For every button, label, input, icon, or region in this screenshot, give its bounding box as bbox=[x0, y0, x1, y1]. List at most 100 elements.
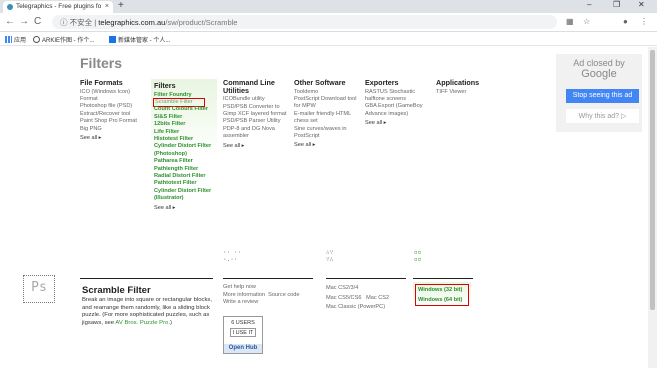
category-filters: Filters Filter Foundry Scramble Filter C… bbox=[151, 79, 217, 213]
list-item[interactable]: PSD/PSB Parser Utility bbox=[223, 118, 289, 125]
list-item[interactable]: S/&S Filter bbox=[154, 114, 214, 121]
open-hub-label[interactable]: Open Hub bbox=[224, 344, 262, 353]
list-item[interactable]: Histotest Filter bbox=[154, 136, 214, 143]
i-use-it-button[interactable]: I USE IT bbox=[230, 328, 256, 337]
list-item[interactable]: E-mailer friendly HTML chess set bbox=[294, 111, 360, 126]
list-item[interactable]: Cylinder Distort Filter (Photoshop) bbox=[154, 143, 214, 158]
page-scrollbar[interactable] bbox=[648, 47, 657, 368]
mac-cs5cs6-link[interactable]: Mac CS5/CS6 bbox=[326, 295, 361, 301]
minimize-icon[interactable]: – bbox=[587, 0, 591, 9]
windows-pixel-icon: ▫▫ ▫▫ bbox=[414, 249, 422, 263]
users-count: 6 USERS bbox=[231, 320, 255, 326]
more-info-link[interactable]: More information bbox=[223, 292, 265, 298]
list-item[interactable]: Pathtotext Filter bbox=[154, 180, 214, 187]
bookmark-arkie[interactable]: ARKIE作图 - 作个... bbox=[33, 35, 94, 44]
list-item[interactable]: ICO (Windows Icon) Format bbox=[80, 89, 148, 104]
list-item[interactable]: Life Filter bbox=[154, 129, 214, 136]
category-command-line: Command Line Utilities ICOBundle utility… bbox=[223, 79, 289, 150]
see-all-link[interactable]: See all ▸ bbox=[365, 120, 431, 127]
ad-closed-panel: Ad closed by Google Stop seeing this ad … bbox=[556, 54, 642, 132]
why-this-ad-button[interactable]: Why this ad? ▷ bbox=[566, 109, 639, 123]
url-path: /sw/product/Scramble bbox=[165, 18, 238, 27]
profile-icon[interactable]: ● bbox=[623, 17, 628, 26]
help-link[interactable]: Get help now bbox=[223, 284, 300, 292]
new-tab-button[interactable]: + bbox=[118, 0, 124, 11]
list-item[interactable]: Patharea Filter bbox=[154, 158, 214, 165]
mac-cs2-link[interactable]: Mac CS2 bbox=[366, 295, 389, 301]
write-review-link[interactable]: Write a review bbox=[223, 299, 300, 307]
list-item[interactable]: PDP-8 and DG Nova assembler bbox=[223, 126, 289, 141]
list-item[interactable]: Filter Foundry bbox=[154, 92, 214, 99]
maximize-icon[interactable]: ❐ bbox=[613, 0, 620, 9]
ad-google-label: Google bbox=[581, 68, 617, 80]
list-item[interactable]: ICOBundle utility bbox=[223, 96, 289, 103]
list-item[interactable]: Big PNG bbox=[80, 126, 148, 133]
list-item[interactable]: Cylinder Distort Filter (Illustrator) bbox=[154, 188, 214, 203]
category-title: Applications bbox=[436, 78, 480, 87]
category-file-formats: File Formats ICO (Windows Icon) Format P… bbox=[80, 79, 148, 142]
translate-icon[interactable]: ▦ bbox=[566, 17, 574, 26]
source-code-link[interactable]: Source code bbox=[268, 292, 299, 298]
category-exporters: Exporters RASTUS Stochastic halftone scr… bbox=[365, 79, 431, 128]
see-all-link[interactable]: See all ▸ bbox=[80, 135, 148, 142]
list-item[interactable]: 12bits Filter bbox=[154, 121, 214, 128]
stop-seeing-ad-button[interactable]: Stop seeing this ad bbox=[566, 89, 639, 103]
browser-toolbar: ← → C ⓘ 不安全 | telegraphics.com.au/sw/pro… bbox=[0, 13, 657, 32]
menu-icon[interactable]: ⋮ bbox=[640, 17, 648, 26]
divider bbox=[80, 278, 213, 279]
category-title: Command Line Utilities bbox=[223, 78, 275, 95]
divider bbox=[223, 278, 313, 279]
list-item[interactable]: Tooldemo bbox=[294, 89, 360, 96]
security-indicator[interactable]: ⓘ 不安全 bbox=[60, 18, 92, 27]
pixel-glyph-icon: ·· ·· ·.·· bbox=[223, 249, 242, 263]
list-item[interactable]: Paint Shop Pro Format bbox=[80, 118, 148, 125]
tab-strip: Telegraphics - Free plugins fo × + – ❐ ✕ bbox=[0, 0, 657, 13]
list-item[interactable]: GBA Export (GameBoy Advance images) bbox=[365, 103, 431, 118]
category-title: Filters bbox=[154, 81, 176, 90]
apps-grid-icon bbox=[5, 36, 12, 43]
openhub-widget[interactable]: 6 USERS I USE IT Open Hub bbox=[223, 316, 263, 354]
windows-64bit-link[interactable]: Windows (64 bit) bbox=[418, 295, 466, 305]
mac-cs234-link[interactable]: Mac CS2/3/4 bbox=[326, 284, 389, 294]
arkie-icon bbox=[33, 36, 40, 43]
list-item[interactable]: Sine curves/waves in PostScript bbox=[294, 126, 360, 141]
see-all-link[interactable]: See all ▸ bbox=[154, 205, 214, 212]
puzzle-pro-link[interactable]: AV Bros. Puzzle Pro bbox=[115, 320, 168, 326]
close-window-icon[interactable]: ✕ bbox=[638, 0, 645, 9]
category-title: Other Software bbox=[294, 78, 346, 87]
mac-classic-link[interactable]: Mac Classic (PowerPC) bbox=[326, 303, 389, 313]
list-item[interactable]: Photoshop file (PSD) Extract/Recover too… bbox=[80, 103, 148, 118]
divider bbox=[413, 278, 473, 279]
bookmark-xinmeiti[interactable]: 新媒体管家 - 个人... bbox=[109, 35, 170, 44]
product-title: Scramble Filter bbox=[82, 285, 151, 296]
reload-icon[interactable]: C bbox=[34, 16, 41, 27]
category-title: File Formats bbox=[80, 78, 123, 87]
list-item[interactable]: PSD/PSB Converter to Gimp XCF layered fo… bbox=[223, 104, 289, 119]
page-title: Filters bbox=[80, 55, 123, 71]
tab-close-icon[interactable]: × bbox=[105, 3, 109, 10]
scrollbar-thumb[interactable] bbox=[650, 50, 655, 310]
address-bar[interactable]: ⓘ 不安全 | telegraphics.com.au/sw/product/S… bbox=[52, 15, 557, 29]
bookmark-star-icon[interactable]: ☆ bbox=[583, 17, 590, 26]
browser-tab[interactable]: Telegraphics - Free plugins fo × bbox=[3, 1, 113, 13]
list-item[interactable]: PostScript Download tool for MPW bbox=[294, 96, 360, 111]
list-item[interactable]: TIFF Viewer bbox=[436, 89, 496, 96]
windows-downloads: Windows (32 bit) Windows (64 bit) bbox=[413, 282, 471, 308]
list-item[interactable]: RASTUS Stochastic halftone screens bbox=[365, 89, 431, 104]
divider bbox=[326, 278, 406, 279]
bookmark-apps[interactable]: 应用 bbox=[5, 35, 26, 44]
category-applications: Applications TIFF Viewer bbox=[436, 79, 496, 96]
back-icon[interactable]: ← bbox=[5, 16, 15, 27]
see-all-link[interactable]: See all ▸ bbox=[294, 142, 360, 149]
forward-icon[interactable]: → bbox=[19, 16, 29, 27]
see-all-link[interactable]: See all ▸ bbox=[223, 143, 289, 150]
apple-pixel-icon: ∴∵ ∵∴ bbox=[326, 249, 334, 263]
list-item[interactable]: Count Colours Filter bbox=[154, 106, 214, 113]
windows-32bit-link[interactable]: Windows (32 bit) bbox=[418, 285, 466, 295]
list-item[interactable]: Radial Distort Filter bbox=[154, 173, 214, 180]
url-host: telegraphics.com.au bbox=[98, 18, 166, 27]
category-other-software: Other Software Tooldemo PostScript Downl… bbox=[294, 79, 360, 150]
list-item[interactable]: Pathlength Filter bbox=[154, 166, 214, 173]
xinmeiti-icon bbox=[109, 36, 116, 43]
page-content: Filters File Formats ICO (Windows Icon) … bbox=[0, 47, 648, 368]
